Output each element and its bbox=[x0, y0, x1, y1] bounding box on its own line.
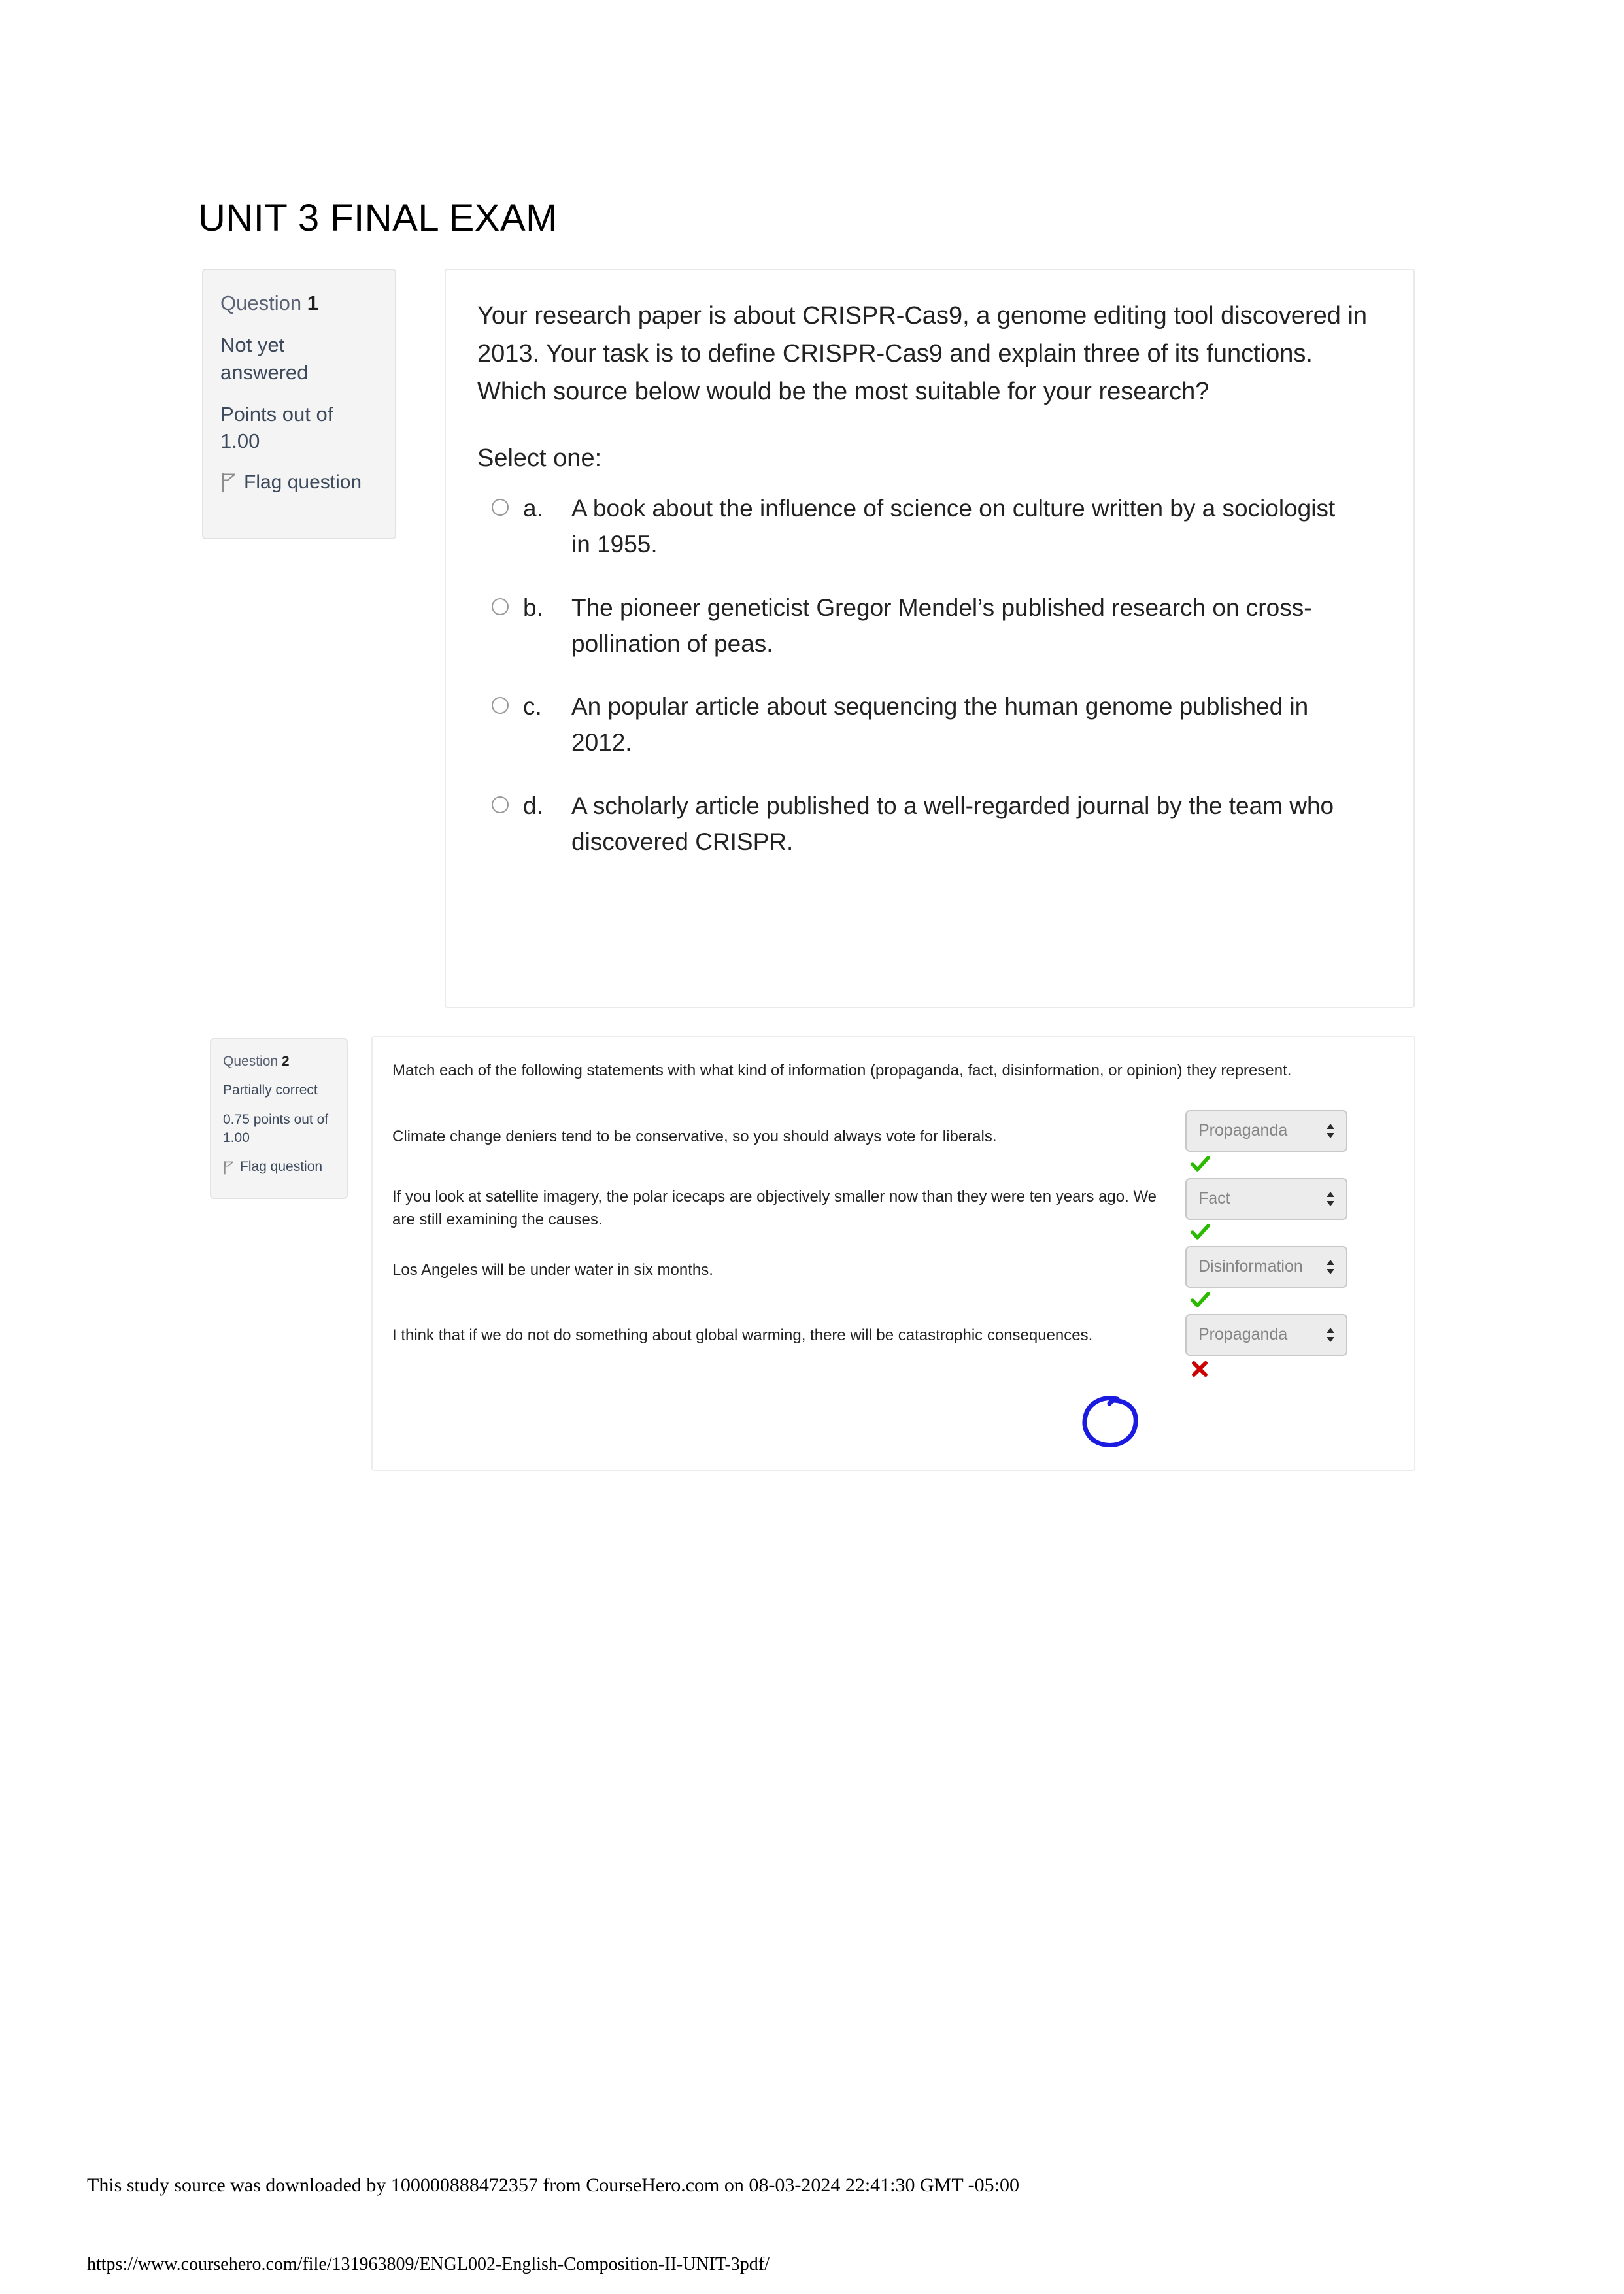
radio-button-d[interactable] bbox=[492, 796, 509, 813]
flag-outline-icon bbox=[223, 1160, 235, 1175]
answer-letter-a: a. bbox=[523, 495, 543, 522]
answer-text-b: The pioneer geneticist Gregor Mendel’s p… bbox=[571, 594, 1312, 657]
answer-letter-d: d. bbox=[523, 792, 543, 819]
match-dropdown-1-value: Propaganda bbox=[1198, 1121, 1288, 1140]
question-2-points: 0.75 points out of 1.00 bbox=[223, 1111, 329, 1146]
question-1-answer-option[interactable]: a. A book about the influence of science… bbox=[477, 491, 1382, 563]
question-1-answer-option[interactable]: d. A scholarly article published to a we… bbox=[477, 788, 1382, 860]
match-row: Los Angeles will be under water in six m… bbox=[392, 1245, 1388, 1314]
download-note: This study source was downloaded by 1000… bbox=[87, 2174, 1019, 2196]
page-title: UNIT 3 FINAL EXAM bbox=[198, 197, 558, 239]
updown-chevron-icon bbox=[1325, 1258, 1336, 1275]
question-1-heading: Question 1 bbox=[220, 290, 378, 317]
match-dropdown-3-value: Disinformation bbox=[1198, 1257, 1303, 1276]
question-1-select-instruction: Select one: bbox=[477, 445, 602, 473]
flag-outline-icon bbox=[220, 472, 237, 493]
match-statement: Los Angeles will be under water in six m… bbox=[392, 1260, 713, 1279]
match-dropdown-1[interactable]: Propaganda bbox=[1185, 1109, 1347, 1152]
match-dropdown-3[interactable]: Disinformation bbox=[1185, 1245, 1347, 1288]
question-1-word: Question bbox=[220, 292, 302, 314]
answer-text-d: A scholarly article published to a well-… bbox=[571, 792, 1334, 855]
updown-chevron-icon bbox=[1325, 1190, 1336, 1207]
match-row: I think that if we do not do something a… bbox=[392, 1313, 1388, 1382]
question-2-status: Partially correct bbox=[223, 1083, 318, 1098]
radio-button-c[interactable] bbox=[492, 697, 509, 715]
answer-text-c: An popular article about sequencing the … bbox=[571, 693, 1309, 756]
updown-chevron-icon bbox=[1325, 1122, 1336, 1139]
answer-letter-b: b. bbox=[523, 594, 543, 621]
question-1-stem: Your research paper is about CRISPR-Cas9… bbox=[477, 302, 1368, 405]
match-list: Climate change deniers tend to be conser… bbox=[392, 1109, 1388, 1382]
question-2-content-panel: Match each of the following statements w… bbox=[371, 1036, 1415, 1471]
match-control: Propaganda bbox=[1185, 1109, 1349, 1173]
green-check-icon bbox=[1185, 1156, 1349, 1173]
question-2-info-panel: Question 2 Partially correct 0.75 points… bbox=[210, 1038, 348, 1199]
exam-page: UNIT 3 FINAL EXAM Question 1 Not yet ans… bbox=[0, 0, 1624, 2294]
question-1-content-panel: Your research paper is about CRISPR-Cas9… bbox=[445, 269, 1415, 1008]
question-1-flag-button[interactable]: Flag question bbox=[220, 469, 378, 496]
match-statement: Climate change deniers tend to be conser… bbox=[392, 1127, 997, 1145]
question-1-points: Points out of 1.00 bbox=[220, 402, 333, 453]
question-1-answer-option[interactable]: c. An popular article about sequencing t… bbox=[477, 689, 1382, 761]
question-2-flag-button[interactable]: Flag question bbox=[223, 1158, 335, 1176]
match-statement: If you look at satellite imagery, the po… bbox=[392, 1187, 1157, 1228]
radio-button-a[interactable] bbox=[492, 499, 509, 516]
match-dropdown-2-value: Fact bbox=[1198, 1189, 1230, 1208]
question-1-status: Not yet answered bbox=[220, 333, 309, 384]
answer-text-a: A book about the influence of science on… bbox=[571, 495, 1336, 558]
question-2-prompt: Match each of the following statements w… bbox=[392, 1062, 1292, 1079]
question-2-number: 2 bbox=[281, 1054, 290, 1069]
green-check-icon bbox=[1185, 1224, 1349, 1241]
match-control: Fact bbox=[1185, 1177, 1349, 1241]
match-row: Climate change deniers tend to be conser… bbox=[392, 1109, 1388, 1178]
match-row: If you look at satellite imagery, the po… bbox=[392, 1177, 1388, 1246]
red-cross-icon bbox=[1185, 1360, 1349, 1378]
question-2-flag-label: Flag question bbox=[240, 1159, 323, 1175]
answer-letter-c: c. bbox=[523, 693, 542, 720]
green-check-icon bbox=[1185, 1292, 1349, 1309]
question-2-heading: Question 2 bbox=[223, 1053, 335, 1071]
question-2-word: Question bbox=[223, 1054, 279, 1069]
question-1-info-panel: Question 1 Not yet answered Points out o… bbox=[202, 269, 396, 539]
question-1-number: 1 bbox=[307, 292, 318, 314]
question-1-answer-list: a. A book about the influence of science… bbox=[477, 491, 1382, 860]
match-control: Propaganda bbox=[1185, 1313, 1349, 1378]
match-dropdown-4-value: Propaganda bbox=[1198, 1325, 1288, 1344]
question-1-flag-label: Flag question bbox=[244, 471, 362, 494]
match-statement: I think that if we do not do something a… bbox=[392, 1326, 1093, 1344]
match-control: Disinformation bbox=[1185, 1245, 1349, 1309]
updown-chevron-icon bbox=[1325, 1326, 1336, 1343]
question-1-answer-option[interactable]: b. The pioneer geneticist Gregor Mendel’… bbox=[477, 590, 1382, 662]
source-url: https://www.coursehero.com/file/13196380… bbox=[87, 2254, 770, 2274]
radio-button-b[interactable] bbox=[492, 598, 509, 615]
match-dropdown-4[interactable]: Propaganda bbox=[1185, 1313, 1347, 1356]
match-dropdown-2[interactable]: Fact bbox=[1185, 1177, 1347, 1220]
